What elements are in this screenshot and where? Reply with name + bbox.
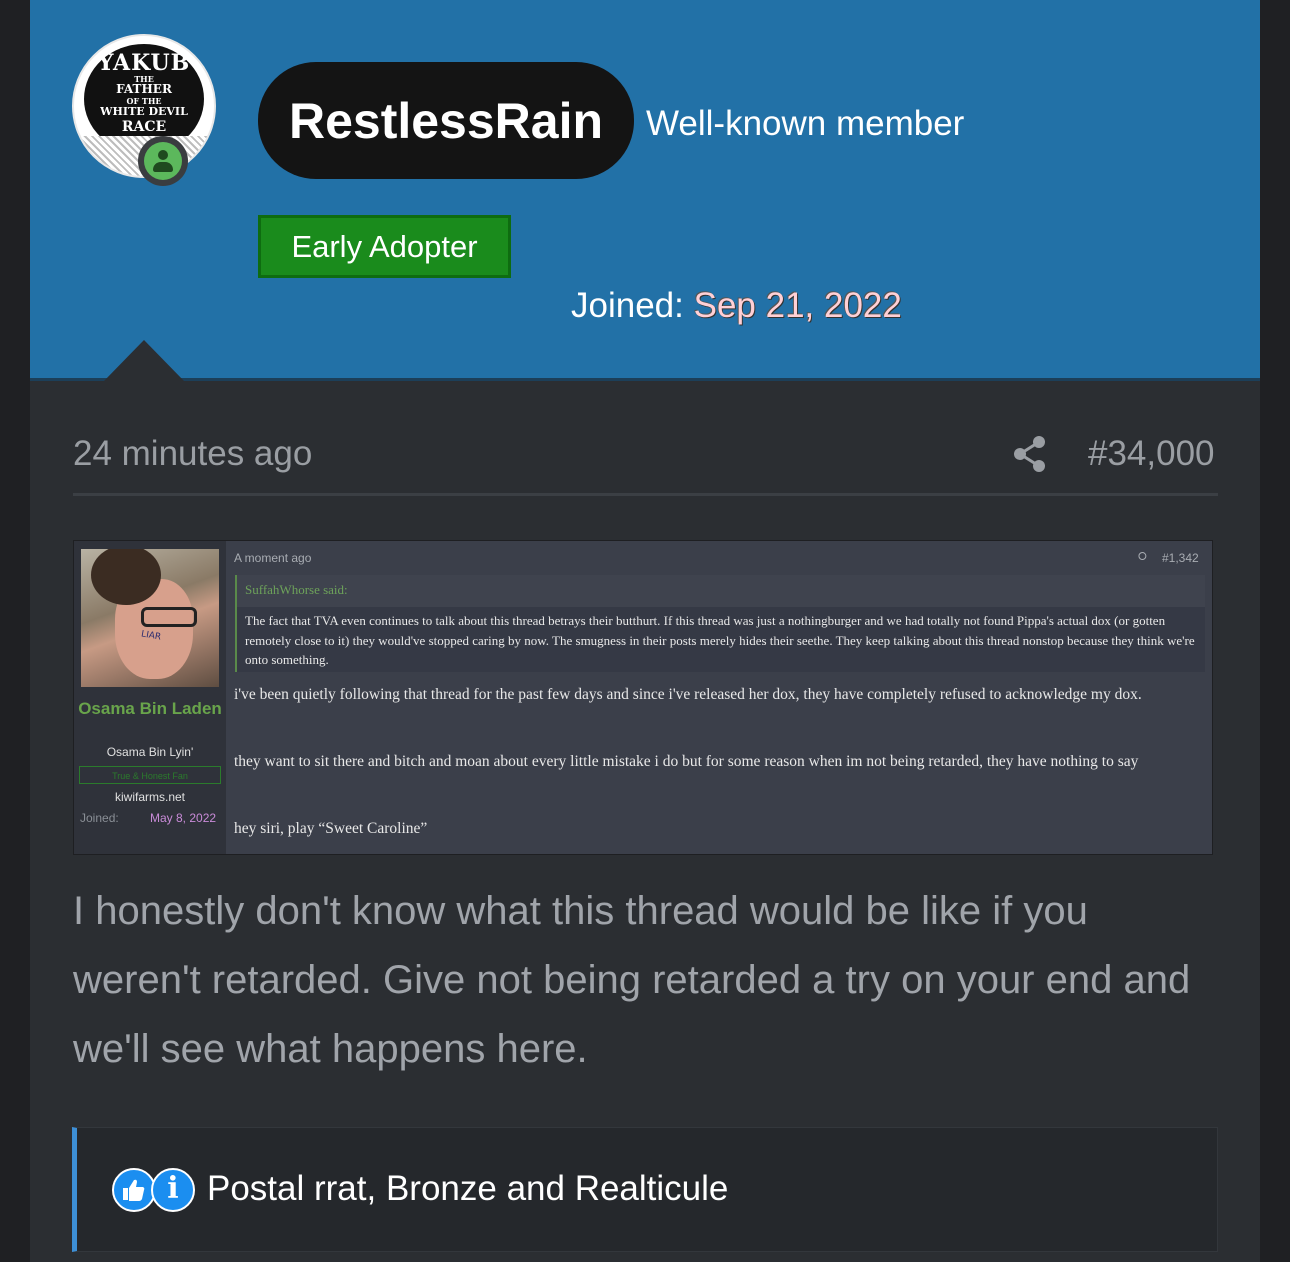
pointer-arrow bbox=[104, 340, 184, 381]
embedded-share-icon: ⭘ bbox=[1138, 551, 1147, 563]
post-card: YAKUB THE FATHER OF THE WHITE DEVIL RACE… bbox=[30, 0, 1260, 1262]
like-icon bbox=[112, 1168, 156, 1212]
embedded-user-sidebar: LIAR Osama Bin Laden Osama Bin Lyin' Tru… bbox=[74, 541, 226, 854]
embedded-paragraph: i've been quietly following that thread … bbox=[234, 686, 1142, 703]
embedded-username: Osama Bin Laden bbox=[78, 699, 222, 718]
avatar-text-1: YAKUB bbox=[97, 50, 191, 76]
user-banner: Early Adopter bbox=[258, 215, 511, 278]
embedded-paragraph: they want to sit there and bitch and moa… bbox=[234, 753, 1139, 770]
user-title: Well-known member bbox=[646, 104, 965, 143]
embedded-quote: SuffahWhorse said: The fact that TVA eve… bbox=[235, 575, 1205, 672]
reactions-text[interactable]: Postal rrat, Bronze and Realticule bbox=[207, 1169, 728, 1209]
quote-author: SuffahWhorse said: bbox=[245, 582, 348, 597]
username[interactable]: RestlessRain bbox=[258, 62, 634, 179]
online-status-icon bbox=[138, 136, 188, 186]
embedded-post-number: #1,342 bbox=[1162, 551, 1199, 565]
embedded-joined-label: Joined: bbox=[80, 811, 119, 825]
joined-info: Joined: Sep 21, 2022 bbox=[571, 286, 902, 326]
avatar-text-3: FATHER bbox=[116, 82, 172, 96]
avatar-text-6: RACE bbox=[121, 119, 167, 135]
quote-text: The fact that TVA even continues to talk… bbox=[245, 613, 1195, 667]
joined-label: Joined: bbox=[571, 286, 684, 325]
embedded-screenshot[interactable]: LIAR Osama Bin Laden Osama Bin Lyin' Tru… bbox=[73, 540, 1213, 855]
header-divider bbox=[30, 378, 1260, 381]
embedded-user-title: Osama Bin Lyin' bbox=[106, 745, 194, 759]
embedded-avatar: LIAR bbox=[81, 549, 219, 687]
embedded-site: kiwifarms.net bbox=[114, 790, 185, 804]
embedded-paragraph: hey siri, play “Sweet Caroline” bbox=[234, 820, 428, 837]
post-divider bbox=[73, 493, 1218, 496]
user-header: YAKUB THE FATHER OF THE WHITE DEVIL RACE… bbox=[30, 0, 1260, 381]
embedded-banner: True & Honest Fan bbox=[79, 766, 221, 784]
embedded-time: A moment ago bbox=[234, 551, 312, 565]
post-body: I honestly don't know what this thread w… bbox=[73, 889, 1191, 1071]
post-number[interactable]: #34,000 bbox=[1088, 434, 1215, 474]
joined-date: Sep 21, 2022 bbox=[693, 286, 902, 325]
info-icon: i bbox=[151, 1168, 195, 1212]
embedded-joined-date: May 8, 2022 bbox=[150, 811, 217, 825]
reactions-bar[interactable]: i Postal rrat, Bronze and Realticule bbox=[72, 1127, 1218, 1252]
avatar-text-5: WHITE DEVIL bbox=[100, 105, 188, 118]
post-time[interactable]: 24 minutes ago bbox=[73, 434, 312, 474]
share-icon[interactable] bbox=[1012, 434, 1048, 474]
